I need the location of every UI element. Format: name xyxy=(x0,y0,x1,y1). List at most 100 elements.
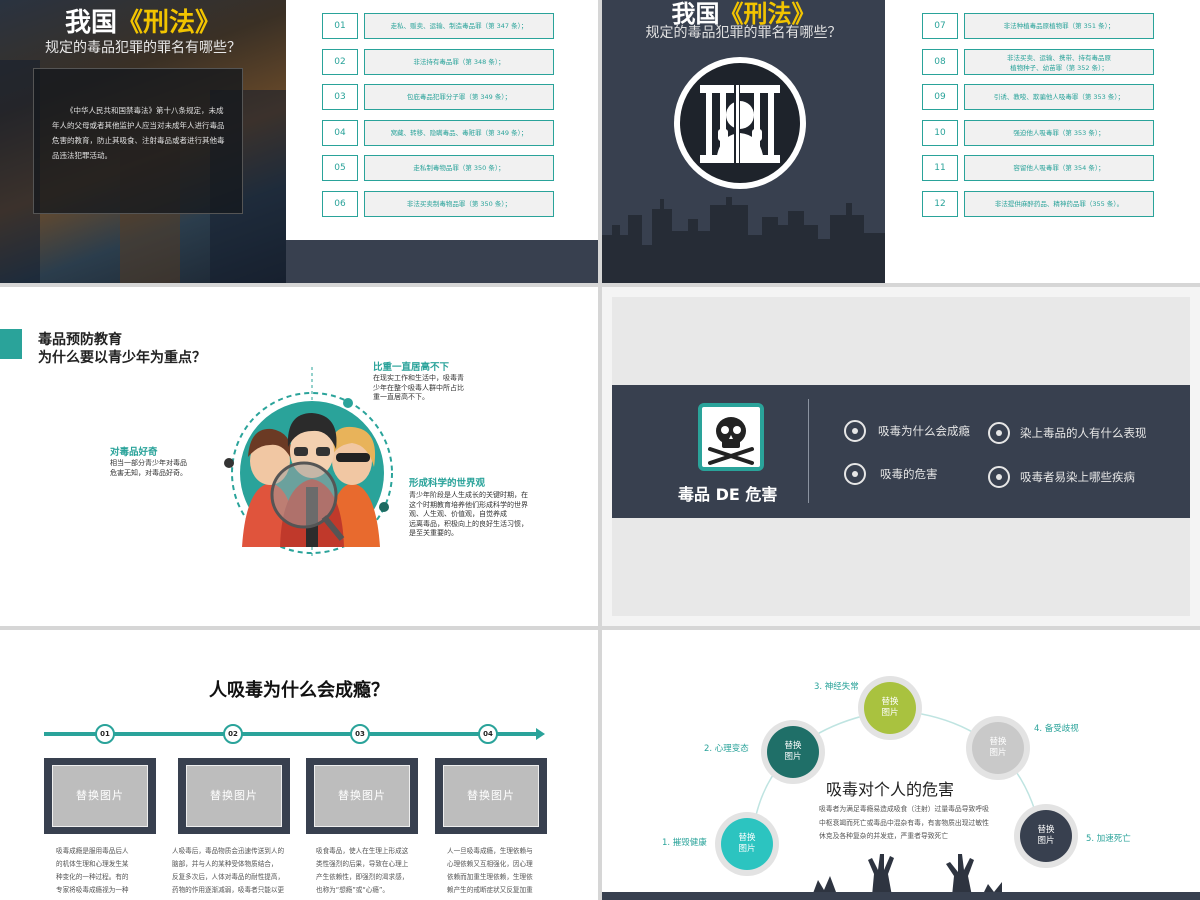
menu-item[interactable]: 染上毒品的人有什么表现 xyxy=(1020,425,1147,441)
slide-criminal-law-2[interactable]: 我国《刑法》 规定的毒品犯罪的罪名有哪些？ 07 非法种植毒品原植物罪（第 35… xyxy=(602,0,1200,283)
accent-bar xyxy=(0,329,22,359)
slide-drug-harm-menu[interactable]: 毒品 DE 危害 吸毒为什么会成瘾 染上毒品的人有什么表现 吸毒的危害 吸毒者易… xyxy=(602,287,1200,626)
point-text: 青少年阶段是人生成长的关键时期，在 这个时期教育培养他们形成科学的世界 观、人生观、… xyxy=(409,491,528,537)
bullet-icon xyxy=(988,422,1010,444)
step-text: 吸毒成瘾是服用毒品后人 的机体生理和心理发生某 种变化的一种过程。有的 专家将吸毒成瘾… xyxy=(56,847,129,894)
list-item: 04 窝藏、转移、隐瞒毒品、毒赃罪（第 349 条）； xyxy=(322,119,554,146)
menu-item[interactable]: 吸毒的危害 xyxy=(880,466,938,482)
item-text: 引诱、教唆、欺骗他人吸毒罪（第 353 条）； xyxy=(964,84,1154,111)
item-number: 12 xyxy=(922,190,958,217)
slide-body-text: 吸毒者为满足毒瘾易造成吸食（注射）过量毒品导致呼吸中枢衰竭而死亡或毒品中混杂有毒… xyxy=(819,805,989,840)
list-item: 12 非法提供麻醉药品、精神药品罪（355 条）。 xyxy=(922,190,1154,217)
list-item: 09 引诱、教唆、欺骗他人吸毒罪（第 353 条）； xyxy=(922,84,1154,111)
photo-circle[interactable]: 替换 图片 xyxy=(761,720,825,784)
crime-list: 07 非法种植毒品原植物罪（第 351 条）； 08 非法买卖、运输、携带、持有毒品… xyxy=(922,13,1154,227)
item-number: 06 xyxy=(322,190,358,217)
bottom-panel xyxy=(612,518,1190,616)
item-number: 02 xyxy=(322,48,358,75)
point-text: 在现实工作和生活中，吸毒青 少年在整个吸毒人群中所占比 重一直居高不下。 xyxy=(373,374,464,401)
timeline-node: 02 xyxy=(223,724,243,744)
crime-list: 01 走私、贩卖、运输、制造毒品罪（第 347 条）； 02 非法持有毒品罪（第 3… xyxy=(322,13,554,227)
item-text: 非法买卖、运输、携带、持有毒品原 植物种子、幼苗罪（第 352 条）； xyxy=(964,48,1154,75)
list-item: 03 包庇毒品犯罪分子罪（第 349 条）； xyxy=(322,84,554,111)
list-item: 11 容留他人吸毒罪（第 354 条）； xyxy=(922,155,1154,182)
item-text: 走私制毒物品罪（第 350 条）； xyxy=(364,155,554,182)
item-text: 容留他人吸毒罪（第 354 条）； xyxy=(964,155,1154,182)
left-panel: 我国《刑法》 规定的毒品犯罪的罪名有哪些？ xyxy=(602,0,885,283)
item-number: 07 xyxy=(922,13,958,39)
point-title: 比重一直居高不下 xyxy=(373,362,450,373)
slide-title: 毒品预防教育 xyxy=(38,332,122,348)
image-placeholder: 替换图片 xyxy=(314,765,410,827)
bullet-icon xyxy=(844,420,866,442)
timeline-node: 01 xyxy=(95,724,115,744)
point-text: 相当一部分青少年对毒品 危害无知，对毒品好奇。 xyxy=(110,459,187,477)
slide-title: 人吸毒为什么会成瘾？ xyxy=(209,680,389,701)
image-card[interactable]: 替换图片 xyxy=(306,758,418,834)
list-item: 05 走私制毒物品罪（第 350 条）； xyxy=(322,155,554,182)
menu-item[interactable]: 吸毒为什么会成瘾 xyxy=(878,423,970,439)
section-title: 毒品 DE 危害 xyxy=(678,485,778,504)
timeline-node: 04 xyxy=(478,724,498,744)
slide-youth-focus[interactable]: 毒品预防教育 为什么要以青少年为重点？ 比重一直居高不下 在现实工作和生活中，吸… xyxy=(0,287,598,626)
photo-placeholder: 替换 图片 xyxy=(972,722,1024,774)
item-text: 包庇毒品犯罪分子罪（第 349 条）； xyxy=(364,84,554,111)
prison-icon xyxy=(674,57,806,189)
image-card[interactable]: 替换图片 xyxy=(435,758,547,834)
city-skyline-icon xyxy=(602,197,885,283)
item-text: 非法买卖制毒物品罪（第 350 条）； xyxy=(364,190,554,217)
item-number: 04 xyxy=(322,119,358,146)
slide-title: 我国《刑法》 xyxy=(64,8,222,38)
image-placeholder: 替换图片 xyxy=(186,765,282,827)
list-item: 06 非法买卖制毒物品罪（第 350 条）； xyxy=(322,190,554,217)
list-item: 10 强迫他人吸毒罪（第 353 条）； xyxy=(922,119,1154,146)
list-item: 07 非法种植毒品原植物罪（第 351 条）； xyxy=(922,13,1154,39)
slide-title: 吸毒对个人的危害 xyxy=(826,780,955,799)
item-number: 08 xyxy=(922,48,958,75)
photo-placeholder: 替换 图片 xyxy=(721,818,773,870)
menu-band: 毒品 DE 危害 吸毒为什么会成瘾 染上毒品的人有什么表现 吸毒的危害 吸毒者易… xyxy=(612,385,1190,518)
image-card[interactable]: 替换图片 xyxy=(178,758,290,834)
photo-circle[interactable]: 替换 图片 xyxy=(1014,804,1078,868)
item-text: 窝藏、转移、隐瞒毒品、毒赃罪（第 349 条）； xyxy=(364,119,554,146)
photo-circle[interactable]: 替换 图片 xyxy=(715,812,779,876)
timeline-line xyxy=(44,732,538,736)
divider xyxy=(808,399,809,503)
list-item: 02 非法持有毒品罪（第 348 条）； xyxy=(322,48,554,75)
footer-bar xyxy=(286,240,598,283)
item-number: 09 xyxy=(922,84,958,111)
point-title: 形成科学的世界观 xyxy=(409,478,486,489)
zombie-hands-icon xyxy=(812,854,1002,896)
skull-icon xyxy=(698,403,764,471)
image-placeholder: 替换图片 xyxy=(443,765,539,827)
step-text: 人吸毒后，毒品物质会迅速传送到人的 脑部，并与人的某种受体物质结合， 反复多次后，人… xyxy=(172,847,285,894)
item-number: 05 xyxy=(322,155,358,182)
footer-bar xyxy=(602,892,1200,900)
photo-placeholder: 替换 图片 xyxy=(864,682,916,734)
item-number: 10 xyxy=(922,119,958,146)
step-text: 人一旦吸毒成瘾，生理依赖与 心理依赖又互相强化，因心理 依赖而加重生理依赖，生理依赖… xyxy=(447,847,533,894)
law-quote-box: 《中华人民共和国禁毒法》第十八条规定，未成年人的父母或者其他监护人应当对未成年人… xyxy=(33,68,243,214)
image-placeholder: 替换图片 xyxy=(52,765,148,827)
item-number: 01 xyxy=(322,13,358,39)
slide-subtitle: 规定的毒品犯罪的罪名有哪些？ xyxy=(645,25,842,41)
image-card[interactable]: 替换图片 xyxy=(44,758,156,834)
harm-label: 5. 加速死亡 xyxy=(1086,834,1131,844)
menu-item[interactable]: 吸毒者易染上哪些疾病 xyxy=(1020,469,1135,485)
arrow-right-icon xyxy=(536,728,545,740)
photo-placeholder: 替换 图片 xyxy=(1020,810,1072,862)
slide-criminal-law-1[interactable]: 我国《刑法》 规定的毒品犯罪的罪名有哪些？ 《中华人民共和国禁毒法》第十八条规定… xyxy=(0,0,598,283)
photo-circle[interactable]: 替换 图片 xyxy=(858,676,922,740)
item-text: 非法持有毒品罪（第 348 条）； xyxy=(364,48,554,75)
photo-circle[interactable]: 替换 图片 xyxy=(966,716,1030,780)
photo-placeholder: 替换 图片 xyxy=(767,726,819,778)
list-item: 08 非法买卖、运输、携带、持有毒品原 植物种子、幼苗罪（第 352 条）； xyxy=(922,48,1154,75)
harm-label: 1. 摧毁健康 xyxy=(662,838,707,848)
slide-subtitle: 规定的毒品犯罪的罪名有哪些？ xyxy=(45,40,241,56)
slide-addiction-reasons[interactable]: 人吸毒为什么会成瘾？ 01 02 03 04 替换图片 替换图片 替换图片 替换… xyxy=(0,630,598,900)
slide-subtitle: 为什么要以青少年为重点？ xyxy=(38,350,206,366)
harm-label: 2. 心理变态 xyxy=(704,744,749,754)
item-text: 非法种植毒品原植物罪（第 351 条）； xyxy=(964,13,1154,39)
list-item: 01 走私、贩卖、运输、制造毒品罪（第 347 条）； xyxy=(322,13,554,39)
slide-personal-harm[interactable]: 替换 图片 替换 图片 替换 图片 替换 图片 替换 图片 1. 摧毁健康 2.… xyxy=(602,630,1200,900)
